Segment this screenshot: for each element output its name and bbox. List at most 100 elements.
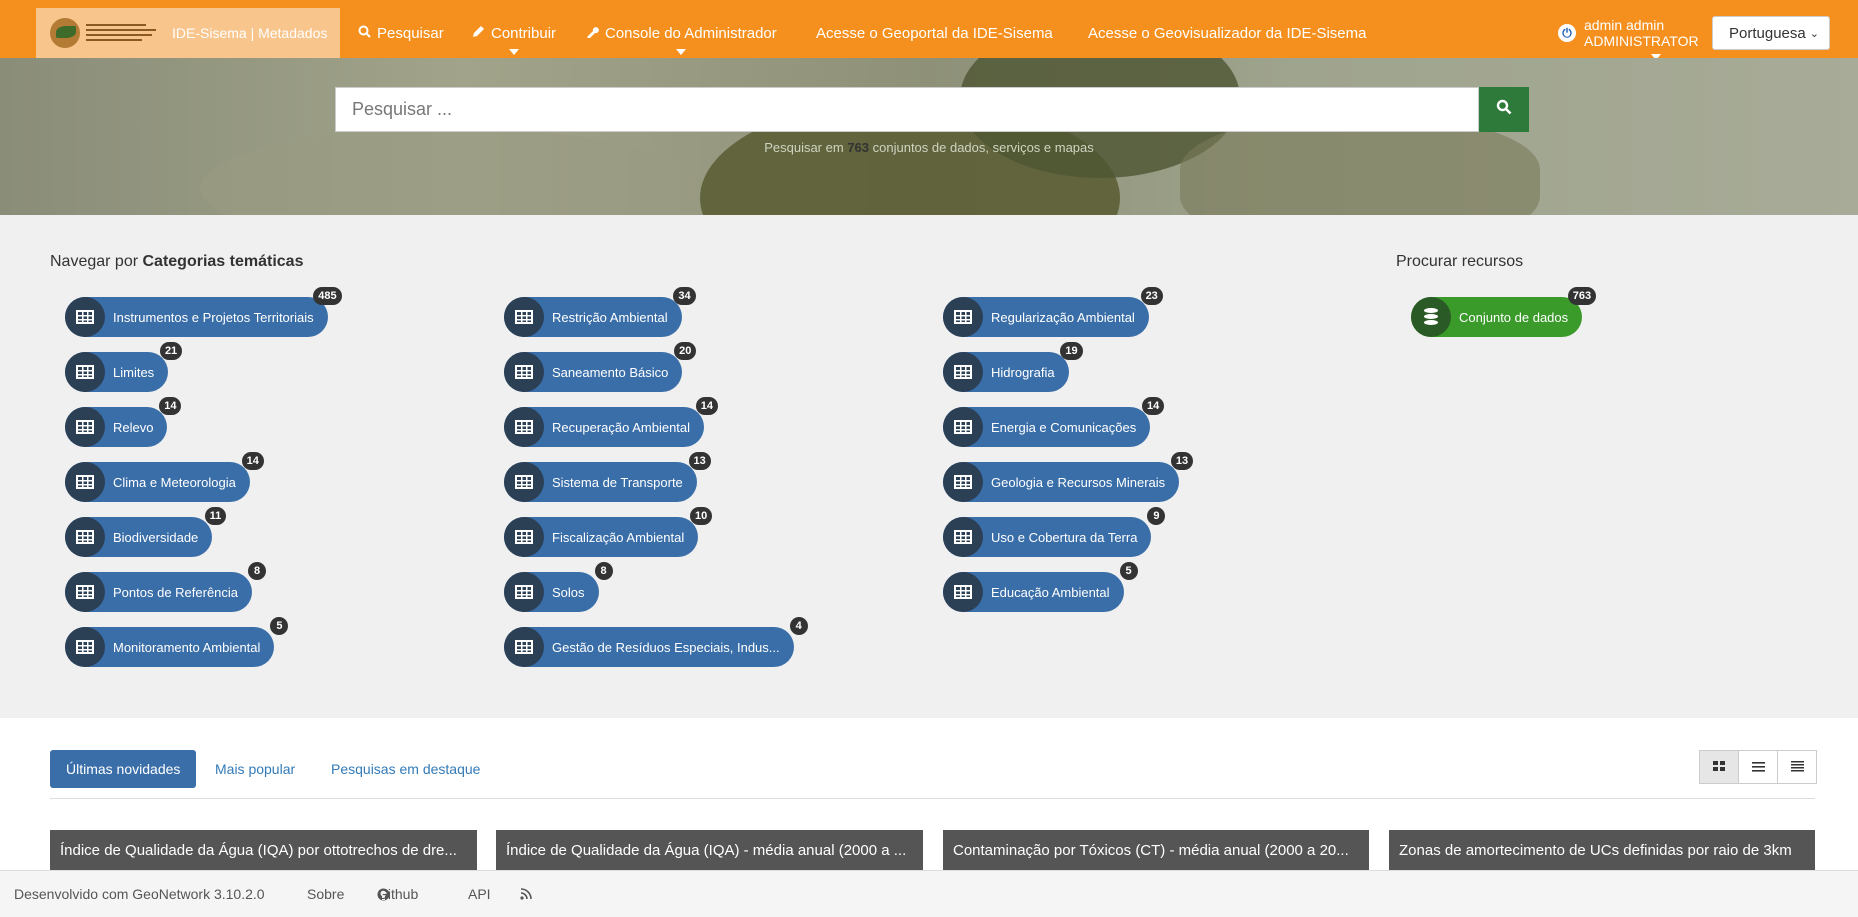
category-label: Saneamento Básico	[552, 364, 669, 380]
view-mode-toggle	[1699, 750, 1817, 784]
category-pill[interactable]: Monitoramento Ambiental 5	[65, 617, 289, 667]
nav-contribute[interactable]: Contribuir	[472, 8, 556, 58]
resource-count-badge: 763	[1567, 287, 1597, 305]
list-view-button[interactable]	[1738, 750, 1778, 784]
table-icon	[943, 352, 983, 392]
grid-view-button[interactable]	[1699, 750, 1739, 784]
category-pill[interactable]: Clima e Meteorologia 14	[65, 452, 264, 502]
category-pill[interactable]: Pontos de Referência 8	[65, 562, 267, 612]
user-menu[interactable]: ⏻ admin admin ADMINISTRATOR	[1558, 12, 1699, 60]
category-pill[interactable]: Sistema de Transporte 13	[504, 452, 711, 502]
category-count-badge: 5	[1119, 562, 1138, 580]
category-pill[interactable]: Energia e Comunicações 14	[943, 397, 1165, 447]
table-icon	[504, 352, 544, 392]
chevron-down-icon: ⌄	[1809, 28, 1819, 40]
language-select[interactable]: Portuguesa ⌄	[1712, 16, 1830, 50]
category-count-badge: 11	[204, 507, 227, 525]
table-icon	[65, 462, 105, 502]
category-pill[interactable]: Recuperação Ambiental 14	[504, 397, 719, 447]
category-label: Limites	[113, 364, 155, 380]
nav-search[interactable]: Pesquisar	[358, 8, 444, 58]
category-count-badge: 14	[159, 397, 182, 415]
compact-list-view-button[interactable]	[1777, 750, 1817, 784]
category-count-badge: 9	[1147, 507, 1166, 525]
nav-geoportal-link[interactable]: Acesse o Geoportal da IDE-Sisema	[816, 8, 1053, 58]
brand-home-link[interactable]: IDE-Sisema | Metadados	[36, 8, 340, 58]
category-count-badge: 8	[594, 562, 613, 580]
wrench-icon	[586, 25, 599, 41]
rss-icon	[520, 888, 532, 900]
grid-icon	[1712, 759, 1726, 775]
category-label: Uso e Cobertura da Terra	[991, 529, 1138, 545]
record-card-title[interactable]: Zonas de amortecimento de UCs definidas …	[1389, 830, 1815, 870]
category-label: Regularização Ambiental	[991, 309, 1135, 325]
category-pill[interactable]: Uso e Cobertura da Terra 9	[943, 507, 1166, 557]
category-pill[interactable]: Gestão de Resíduos Especiais, Indus... 4	[504, 617, 808, 667]
record-card-title[interactable]: Índice de Qualidade da Água (IQA) por ot…	[50, 830, 477, 870]
category-label: Gestão de Resíduos Especiais, Indus...	[552, 639, 780, 655]
page-footer: Desenvolvido com GeoNetwork 3.10.2.0 Sob…	[0, 870, 1858, 917]
caret-down-icon	[509, 49, 520, 55]
category-count-badge: 8	[248, 562, 267, 580]
table-icon	[943, 462, 983, 502]
footer-rss-link[interactable]	[520, 871, 532, 917]
user-role: ADMINISTRATOR	[1584, 33, 1699, 49]
category-pill[interactable]: Biodiversidade 11	[65, 507, 227, 557]
footer-about-link[interactable]: Sobre	[307, 871, 344, 917]
footer-api-link[interactable]: API	[468, 871, 491, 917]
category-pill[interactable]: Geologia e Recursos Minerais 13	[943, 452, 1194, 502]
table-icon	[65, 517, 105, 557]
resource-label: Conjunto de dados	[1459, 309, 1569, 325]
category-pill[interactable]: Solos 8	[504, 562, 613, 612]
category-count-badge: 5	[270, 617, 289, 635]
category-label: Geologia e Recursos Minerais	[991, 474, 1166, 490]
category-label: Clima e Meteorologia	[113, 474, 236, 490]
category-count-badge: 13	[688, 452, 711, 470]
category-pill[interactable]: Limites 21	[65, 342, 183, 392]
category-count-badge: 14	[241, 452, 264, 470]
record-card-title[interactable]: Índice de Qualidade da Água (IQA) - médi…	[496, 830, 923, 870]
list-icon	[1751, 759, 1765, 775]
nav-admin-console[interactable]: Console do Administrador	[586, 8, 777, 58]
table-icon	[943, 572, 983, 612]
category-count-badge: 20	[674, 342, 697, 360]
tab-latest[interactable]: Últimas novidades	[50, 750, 197, 788]
nav-geovisualizer-link[interactable]: Acesse o Geovisualizador da IDE-Sisema	[1088, 8, 1366, 58]
category-count-badge: 34	[673, 287, 696, 305]
ide-sisema-logo	[50, 16, 162, 50]
search-button[interactable]	[1479, 87, 1529, 132]
category-pill[interactable]: Relevo 14	[65, 397, 182, 447]
search-count-text: Pesquisar em 763 conjuntos de dados, ser…	[764, 140, 1094, 155]
tab-most-popular[interactable]: Mais popular	[215, 750, 295, 788]
category-pill[interactable]: Saneamento Básico 20	[504, 342, 697, 392]
table-icon	[943, 297, 983, 337]
category-label: Pontos de Referência	[113, 584, 239, 600]
search-input[interactable]: Pesquisar ...	[335, 87, 1479, 132]
category-pill[interactable]: Instrumentos e Projetos Territoriais 485	[65, 287, 342, 337]
brand-title: IDE-Sisema | Metadados	[172, 25, 328, 41]
resources-heading: Procurar recursos	[1396, 253, 1524, 270]
footer-geonetwork-link[interactable]: Desenvolvido com GeoNetwork 3.10.2.0	[14, 871, 265, 917]
category-pill[interactable]: Fiscalização Ambiental 10	[504, 507, 713, 557]
category-pill[interactable]: Restrição Ambiental 34	[504, 287, 696, 337]
category-count-badge: 13	[1170, 452, 1194, 470]
category-label: Hidrografia	[991, 364, 1055, 380]
category-pill[interactable]: Educação Ambiental 5	[943, 562, 1138, 612]
category-label: Sistema de Transporte	[552, 474, 683, 490]
footer-github-link[interactable]: Github	[377, 871, 418, 917]
table-icon	[65, 572, 105, 612]
category-label: Restrição Ambiental	[552, 309, 668, 325]
language-value: Portuguesa	[1729, 24, 1806, 42]
category-count-badge: 10	[689, 507, 713, 525]
record-card-title[interactable]: Contaminação por Tóxicos (CT) - média an…	[943, 830, 1369, 870]
category-label: Monitoramento Ambiental	[113, 639, 261, 655]
resource-dataset-pill[interactable]: Conjunto de dados 763	[1411, 287, 1597, 337]
search-icon	[1496, 99, 1512, 120]
hero-map-banner: Pesquisar ... Pesquisar em 763 conjuntos…	[0, 58, 1858, 215]
table-icon	[504, 572, 544, 612]
tab-featured-searches[interactable]: Pesquisas em destaque	[331, 750, 480, 788]
category-pill[interactable]: Regularização Ambiental 23	[943, 287, 1163, 337]
nav-geovisualizer-label: Acesse o Geovisualizador da IDE-Sisema	[1088, 24, 1367, 42]
table-icon	[65, 297, 105, 337]
category-pill[interactable]: Hidrografia 19	[943, 342, 1083, 392]
